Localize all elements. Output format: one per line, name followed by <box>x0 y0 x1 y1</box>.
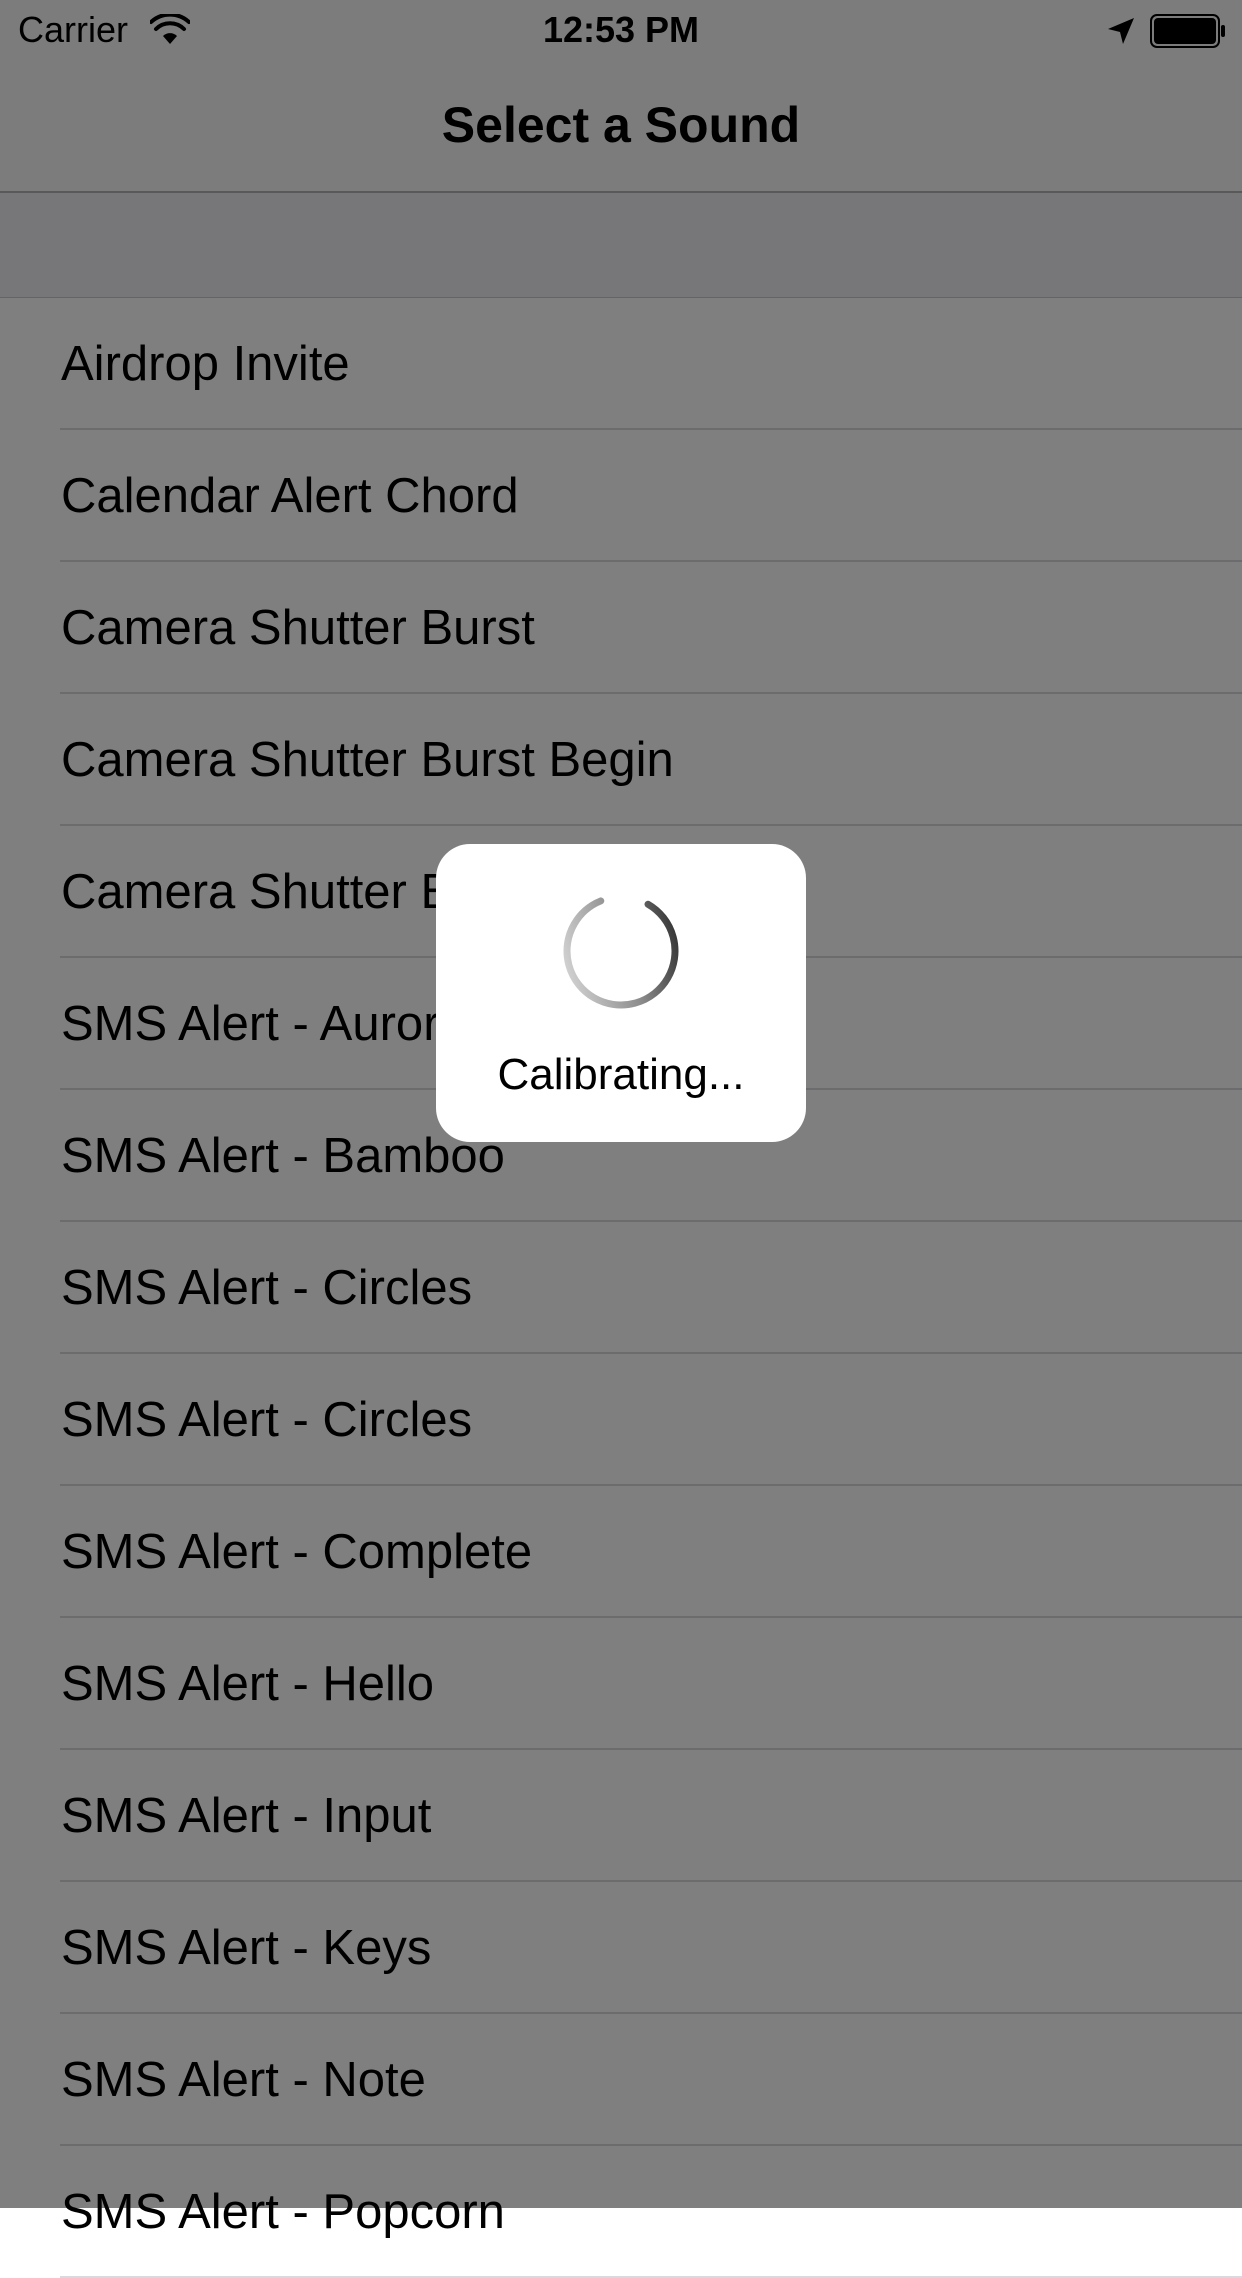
hud-status-label: Calibrating... <box>497 1050 745 1099</box>
screen: Carrier 12:53 PM Select a Sound Airdrop … <box>0 0 1242 2278</box>
progress-hud: Calibrating... <box>436 844 806 1142</box>
spinner-icon <box>563 893 679 1009</box>
